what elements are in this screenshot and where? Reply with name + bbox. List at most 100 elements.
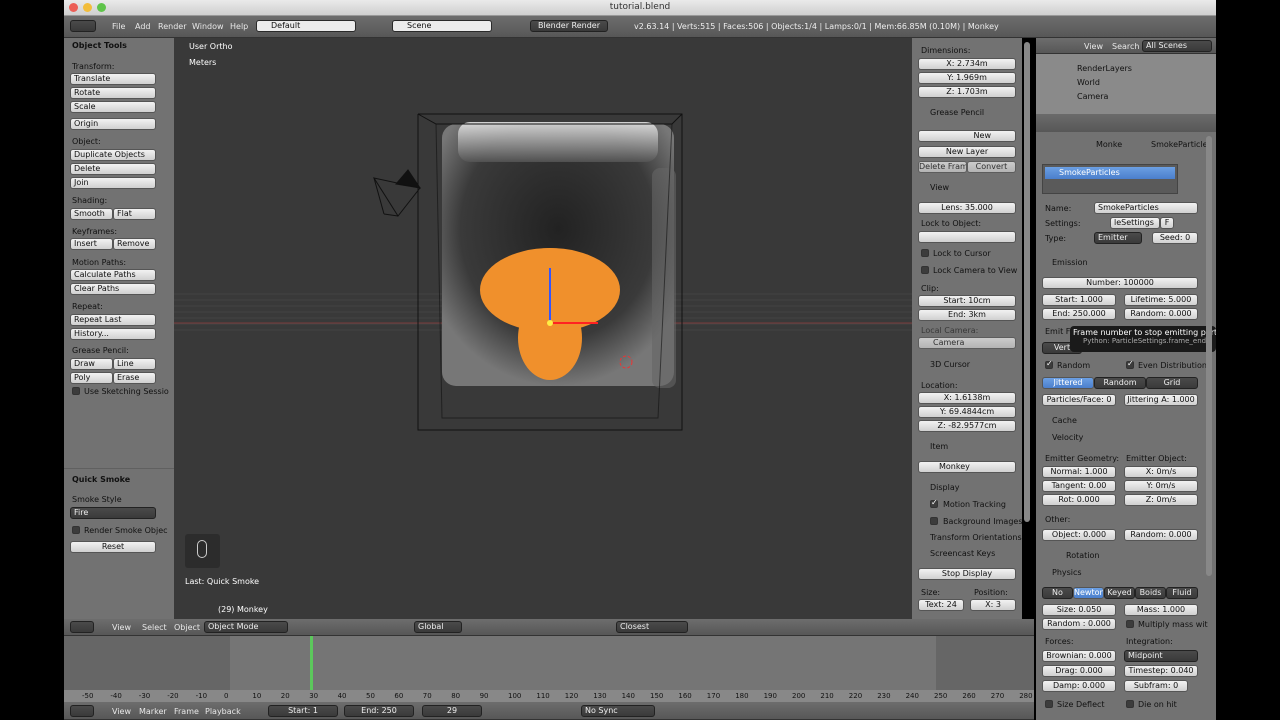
motion-tracking-checkbox[interactable] bbox=[930, 498, 938, 508]
normal-velocity-field[interactable]: Normal: 1.000 bbox=[1042, 466, 1116, 478]
end-frame-field[interactable]: End: 250 bbox=[344, 705, 414, 717]
editor-type-icon[interactable] bbox=[70, 621, 94, 633]
convert-button[interactable]: Convert bbox=[967, 161, 1016, 173]
menu-view[interactable]: View bbox=[112, 707, 131, 716]
line-button[interactable]: Line bbox=[113, 358, 156, 370]
number-field[interactable]: Number: 100000 bbox=[1042, 277, 1198, 289]
particle-system-item[interactable]: SmokeParticles bbox=[1045, 167, 1175, 179]
grid-button[interactable]: Grid bbox=[1146, 377, 1198, 389]
view-header[interactable]: View bbox=[930, 183, 949, 192]
size-field[interactable]: Size: 0.050 bbox=[1042, 604, 1116, 616]
start-frame-field[interactable]: Start: 1 bbox=[268, 705, 338, 717]
start-field[interactable]: Start: 1.000 bbox=[1042, 294, 1116, 306]
clip-end-field[interactable]: End: 3km bbox=[918, 309, 1016, 321]
reset-button[interactable]: Reset bbox=[70, 541, 156, 553]
physics-keyed-button[interactable]: Keyed bbox=[1104, 587, 1135, 599]
dimension-y-field[interactable]: Y: 1.969m bbox=[918, 72, 1016, 84]
lock-object-field[interactable] bbox=[918, 231, 1016, 243]
render-engine-select[interactable]: Blender Render bbox=[530, 20, 608, 32]
3d-cursor-header[interactable]: 3D Cursor bbox=[930, 360, 970, 369]
transform-orientations-header[interactable]: Transform Orientations bbox=[930, 533, 1022, 542]
background-images-checkbox[interactable] bbox=[930, 517, 938, 525]
physics-boids-button[interactable]: Boids bbox=[1135, 587, 1166, 599]
screen-layout-select[interactable]: Default bbox=[256, 20, 356, 32]
new-layer-button[interactable]: New Layer bbox=[918, 146, 1016, 158]
rotate-button[interactable]: Rotate bbox=[70, 87, 156, 99]
sketching-session-checkbox[interactable] bbox=[72, 387, 80, 395]
emitter-z-field[interactable]: Z: 0m/s bbox=[1124, 494, 1198, 506]
settings-field[interactable]: leSettings bbox=[1110, 217, 1160, 229]
render-smoke-checkbox[interactable] bbox=[72, 526, 80, 534]
repeat-last-button[interactable]: Repeat Last bbox=[70, 314, 156, 326]
menu-render[interactable]: Render bbox=[158, 22, 186, 31]
particle-system-list[interactable]: SmokeParticles bbox=[1042, 164, 1178, 194]
menu-select[interactable]: Select bbox=[142, 623, 167, 632]
physics-header[interactable]: Physics bbox=[1052, 568, 1082, 577]
translate-button[interactable]: Translate bbox=[70, 73, 156, 85]
clip-start-field[interactable]: Start: 10cm bbox=[918, 295, 1016, 307]
drag-field[interactable]: Drag: 0.000 bbox=[1042, 665, 1116, 677]
duplicate-objects-button[interactable]: Duplicate Objects bbox=[70, 149, 156, 161]
outliner-item[interactable]: World bbox=[1077, 78, 1100, 87]
erase-button[interactable]: Erase bbox=[113, 372, 156, 384]
join-button[interactable]: Join bbox=[70, 177, 156, 189]
mass-field[interactable]: Mass: 1.000 bbox=[1124, 604, 1198, 616]
particles-per-face-field[interactable]: Particles/Face: 0 bbox=[1042, 394, 1116, 406]
delete-button[interactable]: Delete bbox=[70, 163, 156, 175]
dimension-x-field[interactable]: X: 2.734m bbox=[918, 58, 1016, 70]
editor-type-icon[interactable] bbox=[70, 20, 96, 32]
emitter-y-field[interactable]: Y: 0m/s bbox=[1124, 480, 1198, 492]
orientation-select[interactable]: Global bbox=[414, 621, 462, 633]
object-tools-header[interactable]: Object Tools bbox=[72, 41, 127, 50]
item-name-field[interactable]: Monkey bbox=[918, 461, 1016, 473]
name-field[interactable]: SmokeParticles bbox=[1094, 202, 1198, 214]
cursor-z-field[interactable]: Z: -82.9577cm bbox=[918, 420, 1016, 432]
menu-window[interactable]: Window bbox=[192, 22, 224, 31]
subframe-field[interactable]: Subfram: 0 bbox=[1124, 680, 1188, 692]
even-distribution-checkbox[interactable] bbox=[1126, 359, 1134, 369]
timeline[interactable]: -50 -40 -30 -20 -10 0 10 20 30 40 50 60 70 80 90 100 110… bbox=[64, 636, 1034, 702]
cursor-x-field[interactable]: X: 1.6138m bbox=[918, 392, 1016, 404]
type-select[interactable]: Emitter bbox=[1094, 232, 1142, 244]
menu-add[interactable]: Add bbox=[135, 22, 151, 31]
physics-no-button[interactable]: No bbox=[1042, 587, 1073, 599]
seed-field[interactable]: Seed: 0 bbox=[1152, 232, 1198, 244]
remove-keyframe-button[interactable]: Remove bbox=[113, 238, 156, 250]
object-velocity-field[interactable]: Object: 0.000 bbox=[1042, 529, 1116, 541]
velocity-header[interactable]: Velocity bbox=[1052, 433, 1083, 442]
grease-pencil-header[interactable]: Grease Pencil bbox=[930, 108, 984, 117]
physics-fluid-button[interactable]: Fluid bbox=[1166, 587, 1198, 599]
random-velocity-field[interactable]: Random: 0.000 bbox=[1124, 529, 1198, 541]
current-frame-field[interactable]: 29 bbox=[422, 705, 482, 717]
lens-field[interactable]: Lens: 35.000 bbox=[918, 202, 1016, 214]
cache-header[interactable]: Cache bbox=[1052, 416, 1077, 425]
calculate-paths-button[interactable]: Calculate Paths bbox=[70, 269, 156, 281]
flat-button[interactable]: Flat bbox=[113, 208, 156, 220]
size-deflect-checkbox[interactable] bbox=[1045, 700, 1053, 708]
menu-help[interactable]: Help bbox=[230, 22, 248, 31]
snap-target-select[interactable]: Closest bbox=[616, 621, 688, 633]
rotation-velocity-field[interactable]: Rot: 0.000 bbox=[1042, 494, 1116, 506]
outliner-filter-select[interactable]: All Scenes bbox=[1142, 40, 1212, 52]
emitter-x-field[interactable]: X: 0m/s bbox=[1124, 466, 1198, 478]
random-checkbox[interactable] bbox=[1045, 359, 1053, 369]
timestep-field[interactable]: Timestep: 0.040 bbox=[1124, 665, 1198, 677]
history-button[interactable]: History... bbox=[70, 328, 156, 340]
menu-object[interactable]: Object bbox=[174, 623, 200, 632]
editor-type-icon[interactable] bbox=[70, 705, 94, 717]
outliner-item[interactable]: Camera bbox=[1077, 92, 1108, 101]
lock-cursor-checkbox[interactable] bbox=[921, 249, 929, 257]
lock-camera-checkbox[interactable] bbox=[921, 266, 929, 274]
smooth-button[interactable]: Smooth bbox=[70, 208, 113, 220]
draw-button[interactable]: Draw bbox=[70, 358, 113, 370]
gp-new-button[interactable]: New bbox=[918, 130, 1016, 142]
integrator-select[interactable]: Midpoint bbox=[1124, 650, 1198, 662]
jittering-amount-field[interactable]: Jittering A: 1.000 bbox=[1124, 394, 1198, 406]
clear-paths-button[interactable]: Clear Paths bbox=[70, 283, 156, 295]
emission-header[interactable]: Emission bbox=[1052, 258, 1088, 267]
menu-marker[interactable]: Marker bbox=[139, 707, 167, 716]
insert-keyframe-button[interactable]: Insert bbox=[70, 238, 113, 250]
poly-button[interactable]: Poly bbox=[70, 372, 113, 384]
background-images-header[interactable]: Background Images bbox=[943, 517, 1022, 526]
menu-view[interactable]: View bbox=[112, 623, 131, 632]
